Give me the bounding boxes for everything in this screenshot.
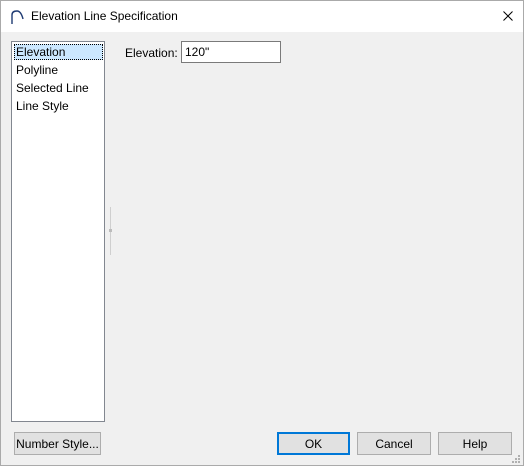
- number-style-button[interactable]: Number Style...: [14, 432, 101, 455]
- splitter-grip: [109, 229, 112, 232]
- help-button[interactable]: Help: [438, 432, 512, 455]
- sidebar-item-polyline[interactable]: Polyline: [14, 62, 103, 78]
- sidebar-item-elevation[interactable]: Elevation: [14, 44, 103, 60]
- dialog-window: Elevation Line Specification Elevation P…: [0, 0, 524, 466]
- ok-button[interactable]: OK: [277, 432, 350, 455]
- category-list: Elevation Polyline Selected Line Line St…: [11, 41, 105, 422]
- close-button[interactable]: [493, 1, 523, 32]
- window-title: Elevation Line Specification: [31, 9, 178, 23]
- resize-grip-icon[interactable]: [511, 453, 521, 463]
- arc-icon: [9, 9, 25, 25]
- sidebar-item-line-style[interactable]: Line Style: [14, 98, 103, 114]
- elevation-field[interactable]: 120": [181, 41, 281, 63]
- panel-splitter[interactable]: [109, 207, 113, 255]
- title-bar[interactable]: Elevation Line Specification: [1, 1, 523, 32]
- cancel-button[interactable]: Cancel: [357, 432, 431, 455]
- close-icon: [503, 10, 513, 24]
- sidebar-item-selected-line[interactable]: Selected Line: [14, 80, 103, 96]
- elevation-label: Elevation:: [125, 46, 178, 60]
